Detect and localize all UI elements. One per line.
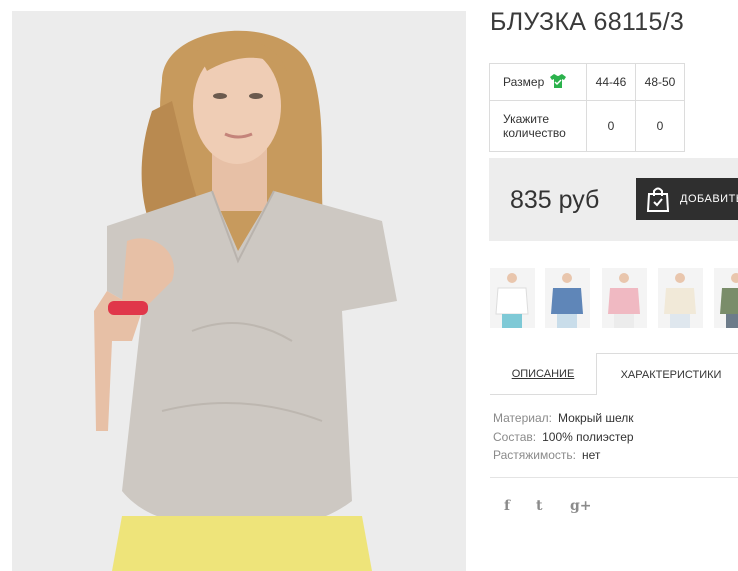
quantity-label-line2: количество: [503, 126, 566, 140]
product-price: 835 руб: [510, 186, 600, 214]
thumbnail-cream[interactable]: [658, 268, 703, 328]
size-option-44-46[interactable]: 44-46: [586, 63, 636, 101]
facebook-icon[interactable]: f: [504, 498, 536, 514]
tab-characteristics[interactable]: ХАРАКТЕРИСТИКИ: [596, 353, 738, 395]
size-label: Размер: [503, 75, 545, 89]
thumbnail-denim-blue[interactable]: [545, 268, 590, 328]
product-main-photo[interactable]: [12, 11, 466, 571]
add-to-cart-button[interactable]: ДОБАВИТЬ: [636, 178, 738, 220]
add-to-cart-label: ДОБАВИТЬ: [680, 193, 738, 205]
spec-row-composition: Состав: 100% полиэстер: [493, 428, 634, 447]
spec-value: нет: [582, 448, 601, 462]
spec-label: Состав:: [493, 429, 537, 444]
thumbnail-white[interactable]: [490, 268, 535, 328]
size-row: Размер 44-46 48-50: [489, 63, 685, 101]
shopping-bag-icon: [646, 186, 670, 212]
size-table: Размер 44-46 48-50 Укажите количество 0 …: [489, 63, 685, 152]
product-title: БЛУЗКА 68115/3: [490, 8, 685, 36]
social-share: f t g+: [504, 498, 600, 514]
spec-row-material: Материал: Мокрый шелк: [493, 409, 634, 428]
thumbnail-pink[interactable]: [602, 268, 647, 328]
size-label-cell: Размер: [489, 63, 587, 101]
tshirt-check-icon[interactable]: [550, 73, 567, 91]
spec-value: Мокрый шелк: [557, 411, 634, 425]
size-option-48-50[interactable]: 48-50: [635, 63, 685, 101]
quantity-input-44-46[interactable]: 0: [586, 100, 636, 152]
spec-row-stretch: Растяжимость: нет: [493, 446, 634, 465]
spec-label: Растяжимость:: [493, 448, 577, 462]
spec-label: Материал:: [493, 411, 552, 425]
quantity-label-line1: Укажите: [503, 112, 550, 126]
google-plus-icon[interactable]: g+: [570, 498, 600, 514]
thumbnail-olive-green[interactable]: [714, 268, 738, 328]
divider: [490, 477, 738, 478]
price-panel: 835 руб ДОБАВИТЬ: [489, 158, 738, 241]
model-photo-illustration: [12, 11, 466, 571]
twitter-icon[interactable]: t: [536, 498, 570, 514]
product-tabs: ОПИСАНИЕ ХАРАКТЕРИСТИКИ: [490, 353, 738, 395]
spec-value: 100% полиэстер: [542, 429, 634, 444]
quantity-row: Укажите количество 0 0: [489, 100, 685, 152]
characteristics-list: Материал: Мокрый шелк Состав: 100% полиэст…: [493, 409, 634, 465]
tab-description[interactable]: ОПИСАНИЕ: [490, 353, 596, 395]
color-thumbnails: [490, 268, 738, 328]
quantity-label-cell: Укажите количество: [489, 100, 587, 152]
quantity-input-48-50[interactable]: 0: [635, 100, 685, 152]
